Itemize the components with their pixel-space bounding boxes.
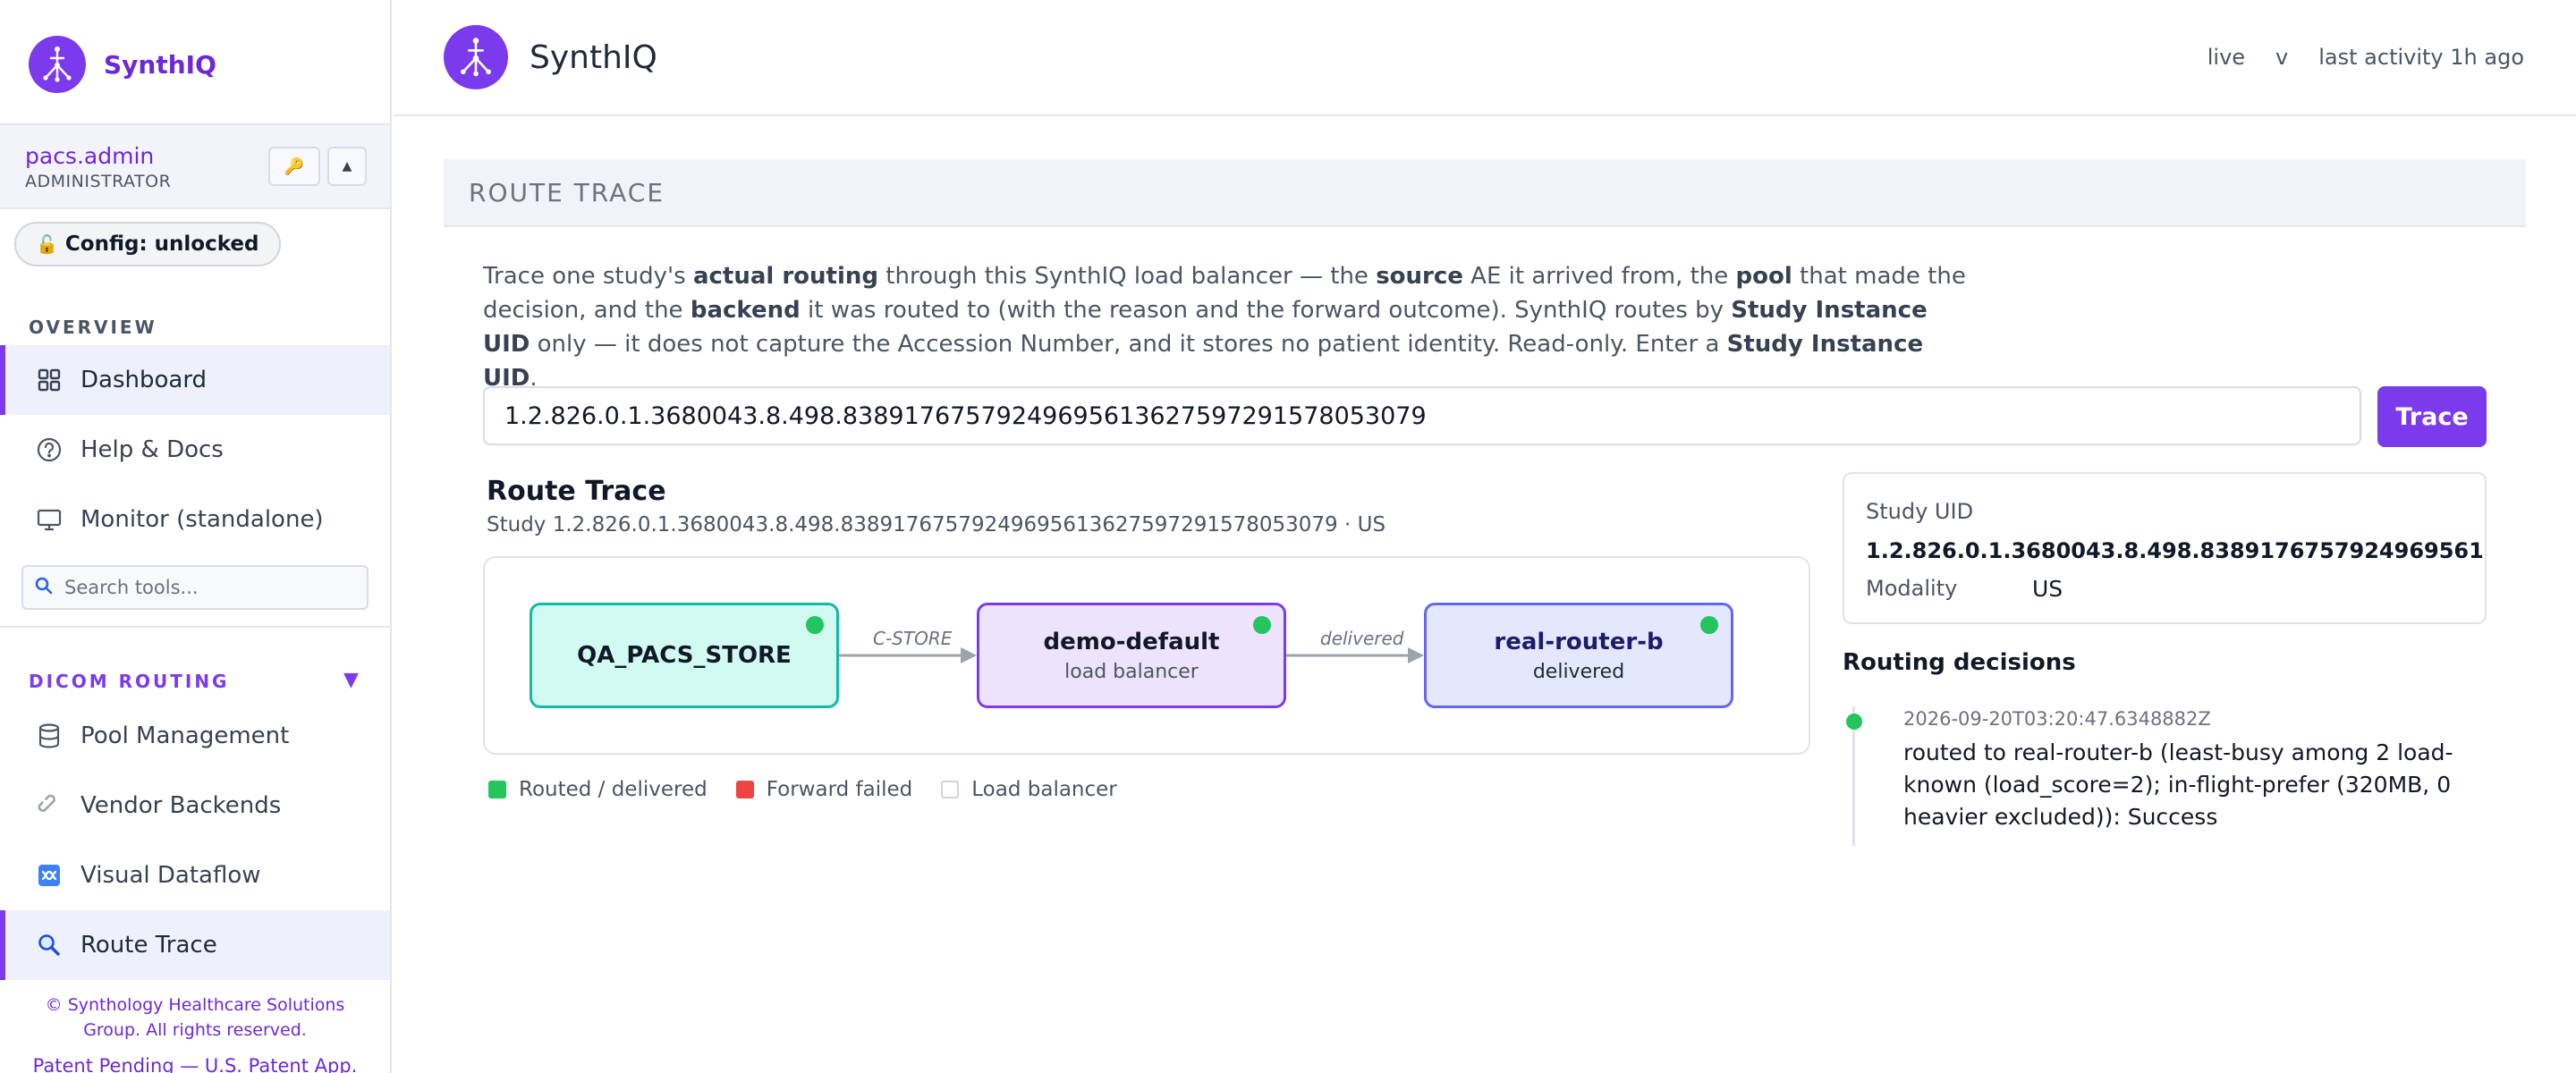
node-sublabel: delivered — [1532, 660, 1625, 683]
legend-item-routed: Routed / delivered — [488, 778, 708, 801]
event-timestamp: 2026-09-20T03:20:47.6348882Z — [1903, 708, 2211, 730]
legend-label: Forward failed — [766, 778, 913, 801]
study-uid-value: 1.2.826.0.1.3680043.8.498.83891767579249… — [1866, 538, 2485, 563]
edge-pool-to-backend — [1286, 647, 1424, 663]
edge-label-delivered: delivered — [1320, 628, 1404, 649]
timeline-success-dot — [1846, 714, 1862, 730]
status-dot — [1253, 616, 1271, 634]
modality-label: Modality — [1866, 576, 1958, 601]
node-label: QA_PACS_STORE — [577, 642, 792, 669]
node-pool[interactable]: demo-default load balancer — [977, 603, 1286, 708]
node-label: real-router-b — [1494, 628, 1664, 655]
legend-label: Load balancer — [971, 778, 1117, 801]
routing-decisions-title: Routing decisions — [1843, 649, 2076, 676]
status-dot — [1700, 616, 1718, 634]
legend-swatch — [735, 781, 754, 798]
flow-legend: Routed / delivered Forward failed Load b… — [488, 778, 1146, 801]
legend-item-load-balancer: Load balancer — [941, 778, 1117, 801]
status-dot — [806, 616, 824, 634]
legend-swatch — [488, 781, 506, 798]
event-text: routed to real-router-b (least-busy amon… — [1903, 739, 2453, 830]
edge-label-cstore: C-STORE — [873, 628, 953, 649]
edge-source-to-pool — [839, 647, 977, 663]
node-sublabel: load balancer — [1064, 660, 1199, 683]
study-info-card: Study UID 1.2.826.0.1.3680043.8.498.8389… — [1843, 472, 2487, 624]
legend-swatch — [941, 781, 960, 798]
node-backend[interactable]: real-router-b delivered — [1424, 603, 1733, 708]
modality-value: US — [2032, 576, 2063, 602]
legend-label: Routed / delivered — [519, 778, 708, 801]
study-uid-label: Study UID — [1866, 499, 1974, 524]
legend-item-failed: Forward failed — [735, 778, 913, 801]
node-source-ae[interactable]: QA_PACS_STORE — [530, 603, 839, 708]
node-label: demo-default — [1043, 628, 1220, 655]
